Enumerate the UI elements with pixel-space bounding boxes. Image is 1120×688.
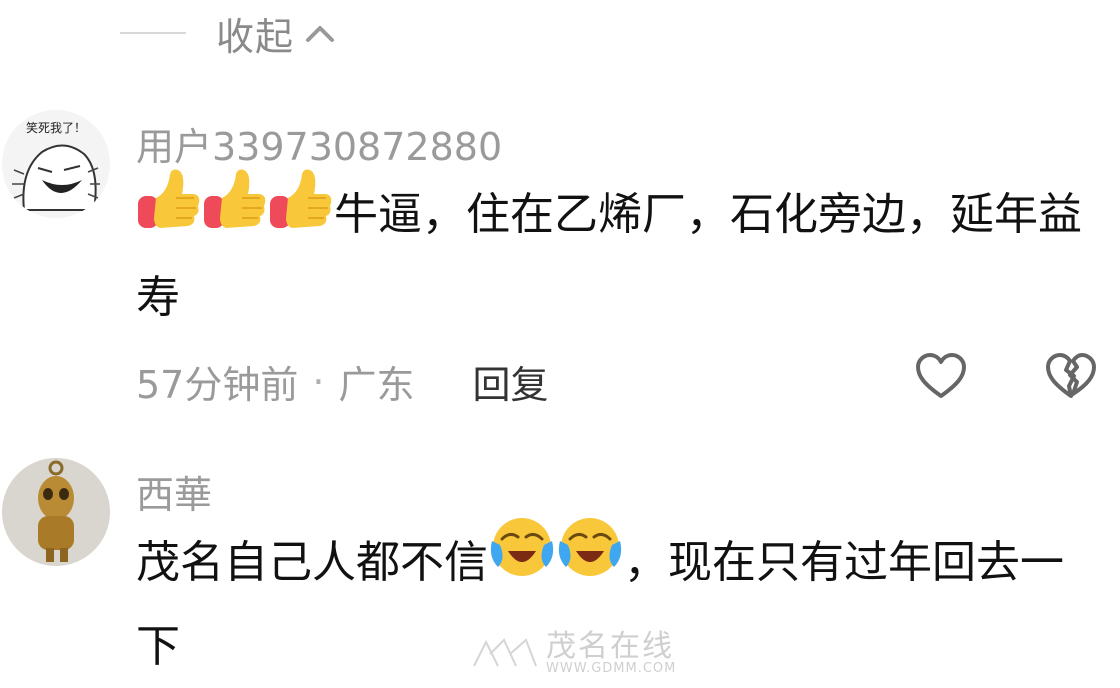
laughing-crying-icon [488, 515, 556, 606]
collapse-label: 收起 [216, 14, 295, 59]
like-heart-icon[interactable] [914, 352, 968, 402]
thumbs-up-icon [202, 168, 268, 257]
reply-button[interactable]: 回复 [472, 354, 548, 409]
timestamp: 57分钟前 [136, 363, 299, 407]
laughing-meme-avatar-icon: 笑死我了！ [2, 110, 110, 218]
avatar[interactable] [2, 458, 110, 566]
username[interactable]: 西華 [136, 464, 212, 519]
comment-text: 牛逼，住在乙烯厂，石化旁边，延年益寿 [136, 169, 1096, 339]
thumbs-up-icon [268, 168, 334, 257]
svg-text:笑死我了！: 笑死我了！ [26, 120, 86, 135]
watermark-url: WWW.GDMM.COM [546, 661, 677, 676]
collapse-replies-button[interactable]: 收起 [120, 8, 338, 59]
watermark-logo-icon [473, 638, 537, 667]
avatar[interactable]: 笑死我了！ [2, 110, 110, 218]
divider-line [120, 32, 186, 34]
watermark-brand: 茂名在线 [546, 629, 674, 664]
meta-separator: · [312, 359, 325, 404]
thumbs-up-icon [136, 168, 202, 257]
chevron-up-icon [306, 26, 335, 42]
comment-meta: 57分钟前 · 广东 回复 [136, 354, 548, 409]
comment-text-body: 茂名自己人都不信 [136, 537, 488, 588]
laughing-crying-icon [556, 515, 624, 606]
dislike-broken-heart-icon[interactable] [1044, 352, 1098, 402]
figurine-keychain-avatar-icon [2, 458, 110, 566]
username[interactable]: 用户339730872880 [136, 116, 502, 171]
watermark: 茂名在线 WWW.GDMM.COM [470, 632, 676, 676]
location: 广东 [338, 363, 415, 407]
